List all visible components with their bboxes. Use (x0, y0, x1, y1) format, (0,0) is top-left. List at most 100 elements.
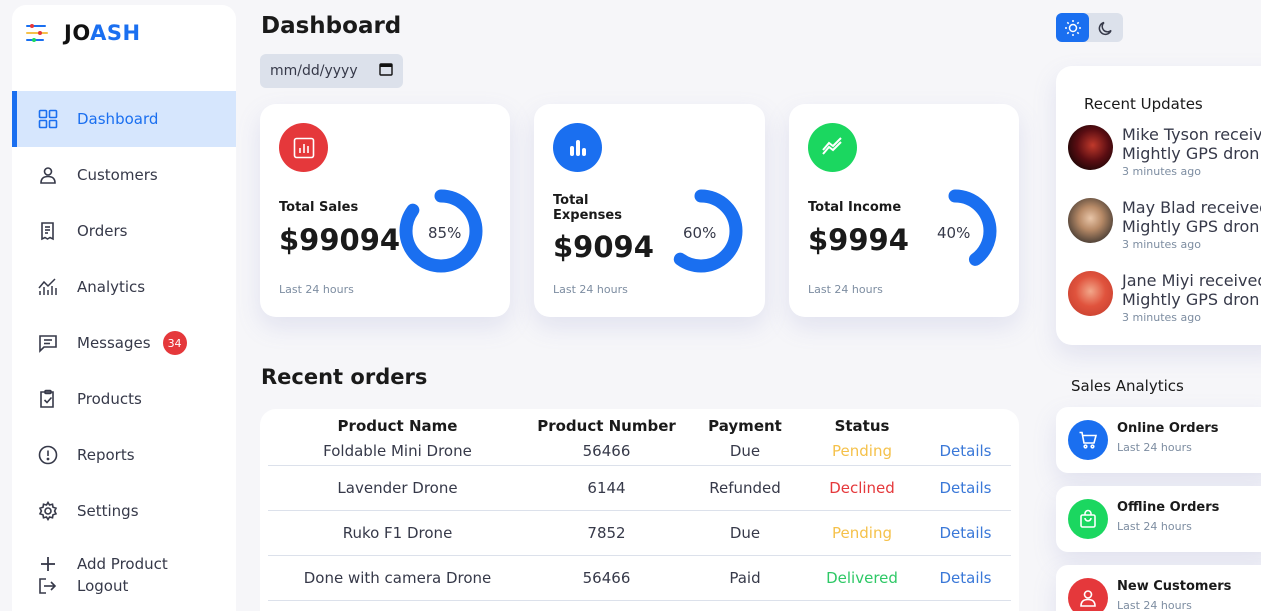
total-sales-card: Total Sales $99094 85% Last 24 hours (260, 104, 510, 317)
analytics-sub: Last 24 hours (1117, 441, 1192, 454)
messages-count-badge: 34 (162, 331, 187, 355)
add-product-label: Add Product (77, 555, 168, 573)
analytics-label: New Customers (1117, 579, 1232, 594)
card-foot: Last 24 hours (808, 283, 883, 296)
user-icon (37, 164, 59, 186)
sidebar-item-orders[interactable]: Orders (12, 203, 236, 259)
details-link[interactable]: Details (920, 510, 1011, 556)
plus-icon (37, 553, 59, 575)
new-customers-card: New Customers Last 24 hours (1056, 565, 1261, 611)
logout-label: Logout (77, 577, 129, 595)
status: Pending (804, 510, 920, 556)
total-expenses-card: Total Expenses $9094 60% Last 24 hours (534, 104, 765, 317)
table-row: Lavender Drone 6144 Refunded Declined De… (268, 465, 1011, 511)
status: Pending (804, 437, 920, 466)
date-input-placeholder: mm/dd/yyyy (270, 63, 358, 79)
ring-percent: 85% (428, 224, 462, 242)
payment: Paid (686, 555, 804, 601)
card-value: $9094 (553, 230, 654, 264)
update-time: 3 minutes ago (1122, 311, 1201, 324)
sidebar-item-label: Orders (77, 222, 128, 240)
column-header: Product Number (537, 417, 676, 435)
online-orders-card: Online Orders Last 24 hours (1056, 407, 1261, 473)
recent-updates-title: Recent Updates (1084, 95, 1203, 113)
cart-icon (1068, 420, 1108, 460)
logo-text: JOASH (64, 21, 141, 45)
product-number: 56466 (527, 437, 686, 466)
moon-icon[interactable] (1089, 13, 1122, 42)
card-foot: Last 24 hours (553, 283, 628, 296)
status: Delivered (804, 555, 920, 601)
sidebar-item-analytics[interactable]: Analytics (12, 259, 236, 315)
logout-button[interactable]: Logout (12, 575, 236, 597)
add-product-button[interactable]: Add Product (12, 553, 236, 575)
sidebar-item-products[interactable]: Products (12, 371, 236, 427)
message-icon (37, 332, 59, 354)
sales-analytics-title: Sales Analytics (1071, 377, 1184, 395)
sidebar-item-label: Customers (77, 166, 158, 184)
column-header: Status (834, 417, 890, 435)
gear-icon (37, 500, 59, 522)
clipboard-check-icon (37, 388, 59, 410)
sidebar-item-label: Reports (77, 446, 135, 464)
avatar (1068, 271, 1113, 316)
sidebar-item-dashboard[interactable]: Dashboard (12, 91, 236, 147)
stats-icon (553, 123, 602, 172)
logo[interactable]: JOASH (26, 21, 141, 45)
sidebar-item-settings[interactable]: Settings (12, 483, 236, 539)
column-header: Payment (708, 417, 782, 435)
sidebar-item-customers[interactable]: Customers (12, 147, 236, 203)
analytics-sub: Last 24 hours (1117, 520, 1192, 533)
theme-toggle[interactable] (1056, 13, 1123, 42)
update-text: May Blad received Mightly GPS dron (1122, 198, 1261, 236)
product-number: 6144 (527, 465, 686, 511)
product-name: Ruko F1 Drone (268, 510, 527, 556)
analytics-icon (37, 276, 59, 298)
card-value: $99094 (279, 223, 401, 257)
sidebar-item-label: Analytics (77, 278, 146, 296)
avatar (1068, 198, 1113, 243)
user-icon (1068, 578, 1108, 611)
update-text: Jane Miyi received Mightly GPS dron (1122, 271, 1261, 309)
card-label: Total Sales (279, 200, 359, 215)
card-label: Total Expenses (553, 193, 622, 223)
date-input[interactable]: mm/dd/yyyy (260, 54, 403, 88)
offline-orders-card: Offline Orders Last 24 hours (1056, 486, 1261, 552)
payment: Due (686, 437, 804, 466)
details-link[interactable]: Details (920, 437, 1011, 466)
column-header: Product Name (337, 417, 458, 435)
recent-updates-panel: Recent Updates Mike Tyson receiv Mightly … (1056, 66, 1261, 345)
sidebar-item-label: Dashboard (77, 110, 159, 128)
details-link[interactable]: Details (920, 555, 1011, 601)
product-name: Foldable Mini Drone (268, 437, 527, 466)
recent-orders-title: Recent orders (261, 365, 428, 389)
analytics-label: Online Orders (1117, 421, 1219, 436)
sidebar-item-messages[interactable]: Messages 34 (12, 315, 236, 371)
table-row: Foldable Mini Drone 56466 Due Pending De… (268, 437, 1011, 466)
sidebar-bottom: Add Product Logout (12, 553, 236, 597)
recent-orders-table: Product Name Product Number Payment Stat… (260, 409, 1019, 611)
payment: Refunded (686, 465, 804, 511)
sidebar-item-label: Messages (77, 334, 151, 352)
card-foot: Last 24 hours (279, 283, 354, 296)
table-row: Ruko F1 Drone 7852 Due Pending Details (268, 510, 1011, 556)
bar-chart-icon (279, 123, 328, 172)
details-link[interactable]: Details (920, 465, 1011, 511)
shopping-bag-icon (1068, 499, 1108, 539)
table-row: Done with camera Drone 56466 Paid Delive… (268, 555, 1011, 601)
sun-icon[interactable] (1056, 13, 1089, 42)
sidebar-item-reports[interactable]: Reports (12, 427, 236, 483)
column-header (920, 415, 1011, 437)
logout-icon (37, 575, 59, 597)
trend-up-icon (808, 123, 857, 172)
avatar (1068, 125, 1113, 170)
calendar-icon[interactable] (379, 62, 393, 80)
product-number: 56466 (527, 555, 686, 601)
dashboard-grid-icon (37, 108, 59, 130)
card-label: Total Income (808, 200, 902, 215)
total-income-card: Total Income $9994 40% Last 24 hours (789, 104, 1019, 317)
card-value: $9994 (808, 223, 909, 257)
payment: Due (686, 510, 804, 556)
analytics-label: Offline Orders (1117, 500, 1220, 515)
update-text: Mike Tyson receiv Mightly GPS dron (1122, 125, 1261, 163)
